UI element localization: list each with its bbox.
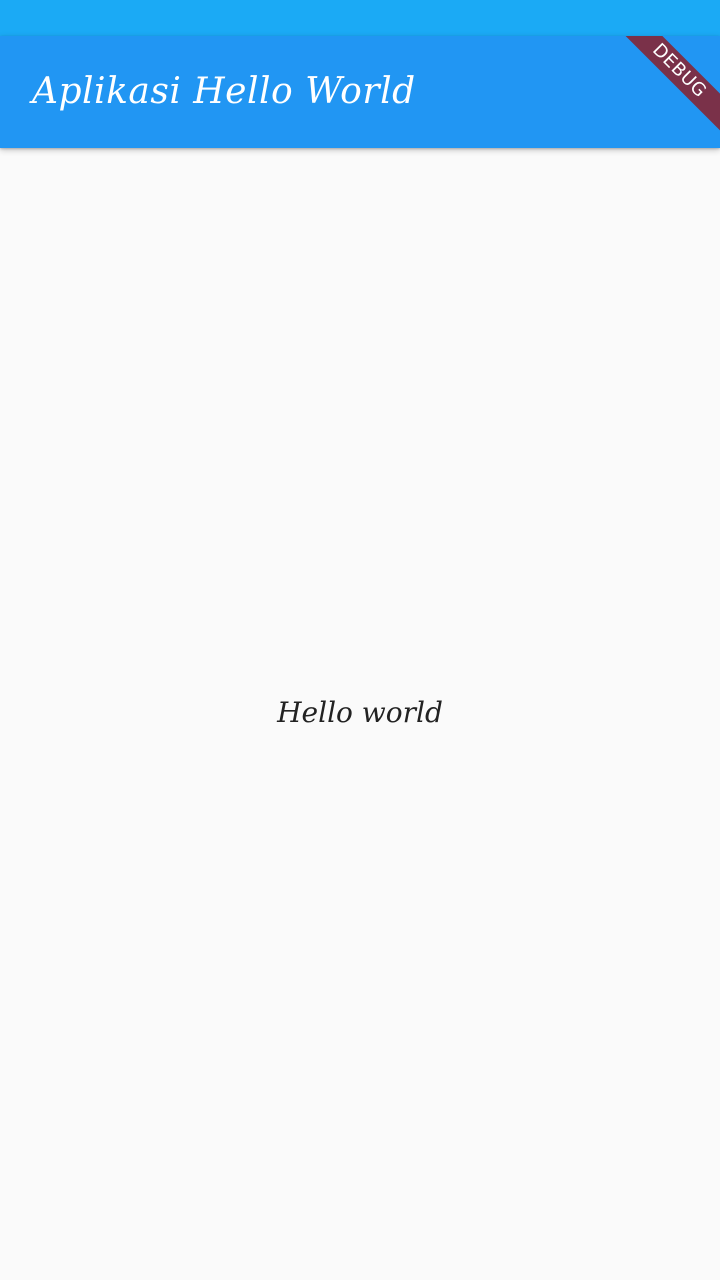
debug-ribbon-label: DEBUG [609, 36, 720, 141]
main-body: Hello world [0, 148, 720, 1280]
app-title: Aplikasi Hello World [32, 71, 416, 112]
app-bar: Aplikasi Hello World DEBUG [0, 36, 720, 148]
status-bar [0, 0, 720, 36]
debug-banner: DEBUG [600, 36, 720, 148]
hello-world-text: Hello world [277, 696, 443, 729]
